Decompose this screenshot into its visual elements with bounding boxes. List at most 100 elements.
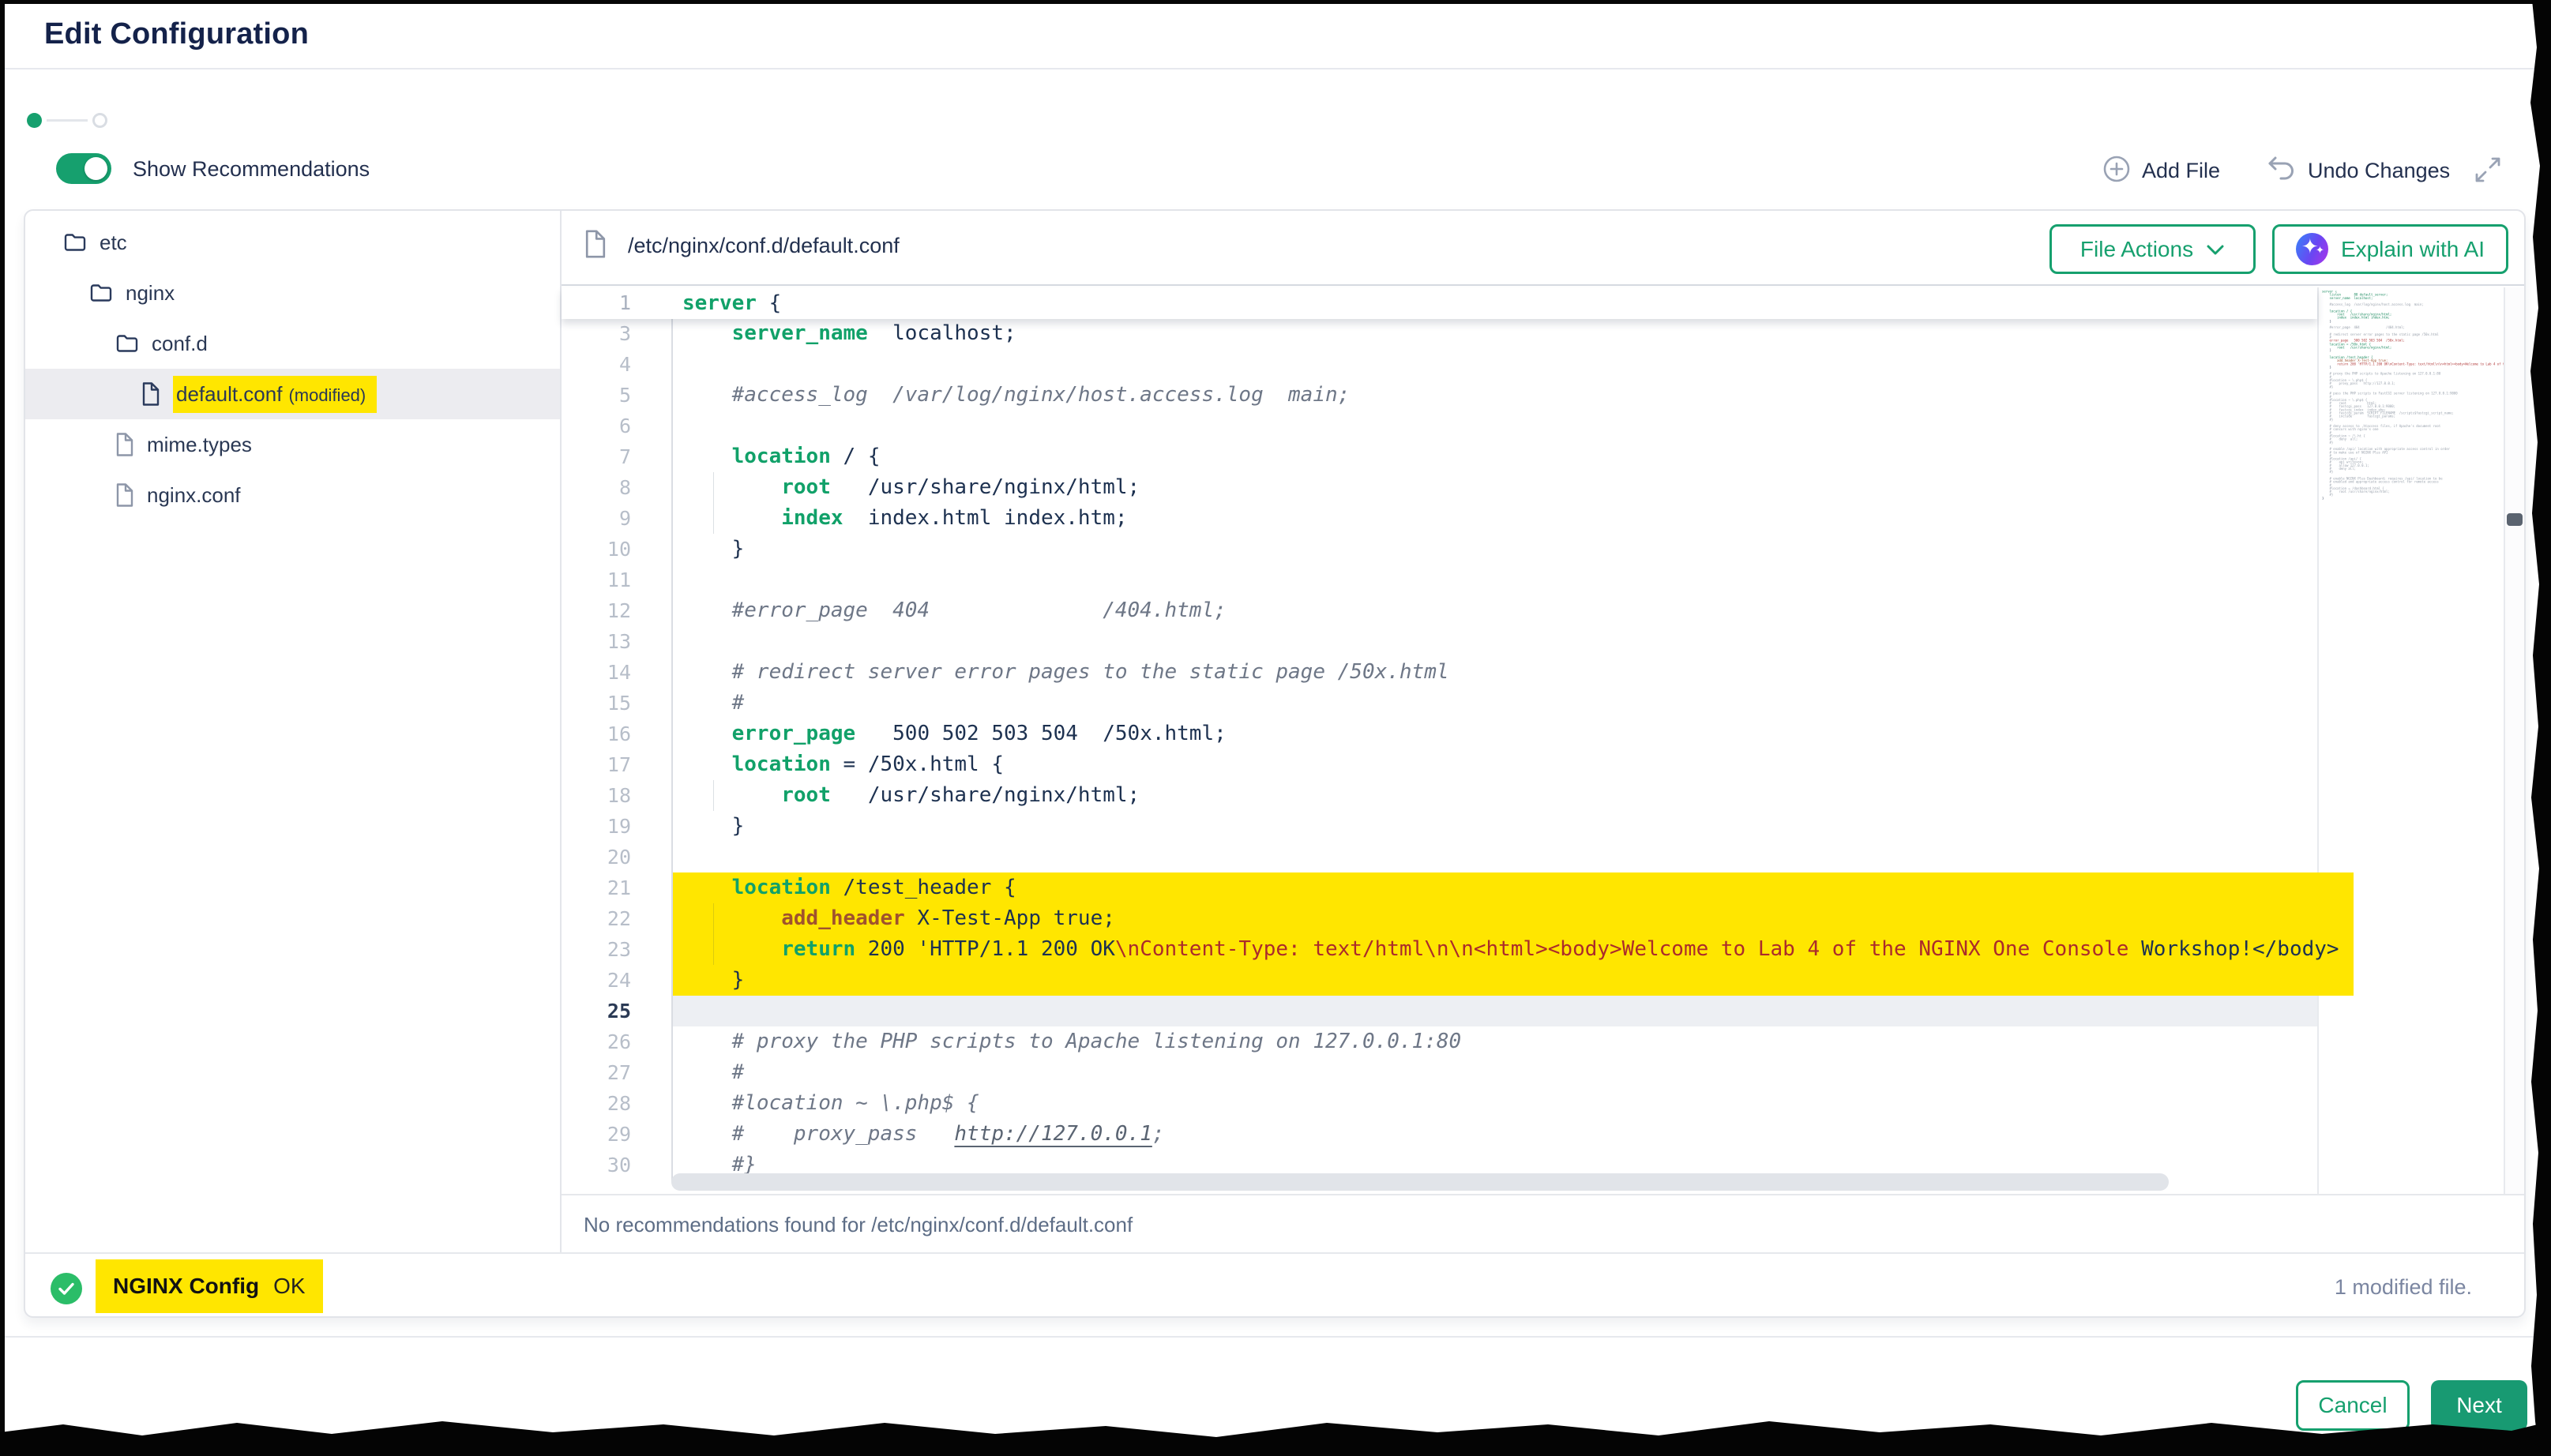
file-icon [141, 382, 160, 406]
code-line-27: # [673, 1057, 2354, 1088]
step-connector [47, 119, 88, 122]
line-number: 16 [562, 719, 634, 749]
sticky-line-number: 1 [562, 287, 634, 319]
line-number: 3 [562, 318, 634, 349]
document-icon [584, 230, 607, 262]
code-line-24: } [673, 965, 2354, 996]
tree-item-suffix: (modified) [288, 385, 366, 405]
tree-item-label: etc [100, 231, 127, 255]
line-number: 6 [562, 411, 634, 441]
explain-with-ai-button[interactable]: ✦✦ Explain with AI [2272, 224, 2508, 274]
line-number: 10 [562, 534, 634, 565]
tree-item-etc[interactable]: etc [25, 217, 560, 268]
configuration-panel: etc nginx conf.d default.conf(modified) mime… [24, 209, 2526, 1318]
line-number-gutter: 3456789101112131415161718192021222324252… [562, 318, 634, 1180]
line-number: 29 [562, 1119, 634, 1150]
undo-changes-label: Undo Changes [2308, 159, 2450, 183]
show-recommendations-label: Show Recommendations [133, 157, 370, 182]
add-file-button[interactable]: Add File [2102, 155, 2220, 187]
code-line-4 [673, 349, 2354, 380]
recommendations-footer: No recommendations found for /etc/nginx/… [562, 1194, 2524, 1252]
plus-circle-icon [2102, 155, 2131, 187]
tree-item-default-conf[interactable]: default.conf(modified) [25, 369, 560, 419]
line-number: 28 [562, 1088, 634, 1119]
dialog-header: Edit Configuration [0, 0, 2551, 69]
tree-item-label: nginx.conf [147, 483, 241, 508]
line-number: 9 [562, 503, 634, 534]
sticky-line: 1 server { [562, 287, 2317, 319]
line-number: 25 [562, 996, 634, 1026]
tree-item-conf-d[interactable]: conf.d [25, 318, 560, 369]
code-line-14: # redirect server error pages to the sta… [673, 657, 2354, 688]
tree-item-label: conf.d [152, 332, 208, 356]
expand-icon [2474, 156, 2502, 188]
folder-icon [89, 283, 113, 303]
folder-icon [63, 232, 87, 253]
vertical-scrollbar-track[interactable] [2504, 287, 2524, 1194]
step-1-dot[interactable] [27, 113, 42, 128]
tree-item-nginx-conf[interactable]: nginx.conf [25, 470, 560, 520]
code-line-9: index index.html index.htm; [673, 503, 2354, 534]
tree-item-mime-types[interactable]: mime.types [25, 419, 560, 470]
code-line-25 [673, 996, 2317, 1026]
code-line-17: location = /50x.html { [673, 749, 2354, 780]
step-2-dot[interactable] [92, 113, 107, 128]
line-number: 13 [562, 626, 634, 657]
line-number: 15 [562, 688, 634, 719]
add-file-label: Add File [2142, 159, 2220, 183]
chevron-down-icon [2206, 237, 2225, 262]
edit-configuration-dialog: Edit Configuration Show Recommendations … [0, 0, 2551, 1456]
toggle-knob [85, 157, 107, 180]
minimap[interactable]: server { listen 80 default_server; serve… [2322, 291, 2505, 764]
code-line-15: # [673, 688, 2354, 719]
code-line-10: } [673, 534, 2354, 565]
file-path-text: /etc/nginx/conf.d/default.conf [628, 234, 900, 258]
expand-dialog-button[interactable] [2474, 156, 2502, 188]
check-circle-icon [50, 1272, 83, 1309]
folder-icon [115, 333, 139, 354]
tree-item-nginx[interactable]: nginx [25, 268, 560, 318]
line-number: 20 [562, 842, 634, 872]
indent-guide [713, 472, 714, 534]
line-number: 11 [562, 565, 634, 595]
footer-divider [0, 1336, 2551, 1338]
undo-icon [2267, 155, 2297, 187]
line-number: 27 [562, 1057, 634, 1088]
indent-guide [713, 903, 714, 965]
next-button[interactable]: Next [2431, 1380, 2527, 1431]
file-actions-label: File Actions [2080, 237, 2193, 262]
vertical-scrollbar-thumb[interactable] [2507, 513, 2523, 526]
code-line-26: # proxy the PHP scripts to Apache listen… [673, 1026, 2354, 1057]
code-line-7: location / { [673, 441, 2354, 472]
line-number: 23 [562, 934, 634, 965]
code-line-22: add_header X-Test-App true; [673, 903, 2354, 934]
status-label: NGINX Config [113, 1274, 259, 1299]
horizontal-scrollbar[interactable] [671, 1173, 2169, 1191]
cancel-button[interactable]: Cancel [2296, 1380, 2410, 1431]
line-number: 24 [562, 965, 634, 996]
undo-changes-button[interactable]: Undo Changes [2267, 155, 2450, 187]
window-border-top [0, 0, 2551, 4]
line-number: 22 [562, 903, 634, 934]
page-title: Edit Configuration [44, 17, 309, 51]
tree-item-label: default.conf(modified) [173, 376, 377, 413]
show-recommendations-toggle[interactable] [56, 153, 111, 184]
tree-item-label: mime.types [147, 433, 252, 457]
code-line-3: server_name localhost; [673, 318, 2354, 349]
line-number: 7 [562, 441, 634, 472]
screenshot-tear-right [2529, 0, 2551, 1456]
code-editor[interactable]: 3456789101112131415161718192021222324252… [562, 287, 2524, 1194]
file-actions-button[interactable]: File Actions [2049, 224, 2256, 274]
nginx-config-status-badge: NGINX Config OK [96, 1259, 323, 1313]
explain-with-ai-label: Explain with AI [2341, 237, 2485, 262]
line-number: 8 [562, 472, 634, 503]
code-line-11 [673, 565, 2354, 595]
code-line-16: error_page 500 502 503 504 /50x.html; [673, 719, 2354, 749]
line-number: 30 [562, 1150, 634, 1180]
code-line-6 [673, 411, 2354, 441]
code-line-13 [673, 626, 2354, 657]
screenshot-tear-bottom [0, 1415, 2551, 1456]
modified-files-note: 1 modified file. [2335, 1254, 2472, 1316]
line-number: 21 [562, 872, 634, 903]
line-number: 4 [562, 349, 634, 380]
